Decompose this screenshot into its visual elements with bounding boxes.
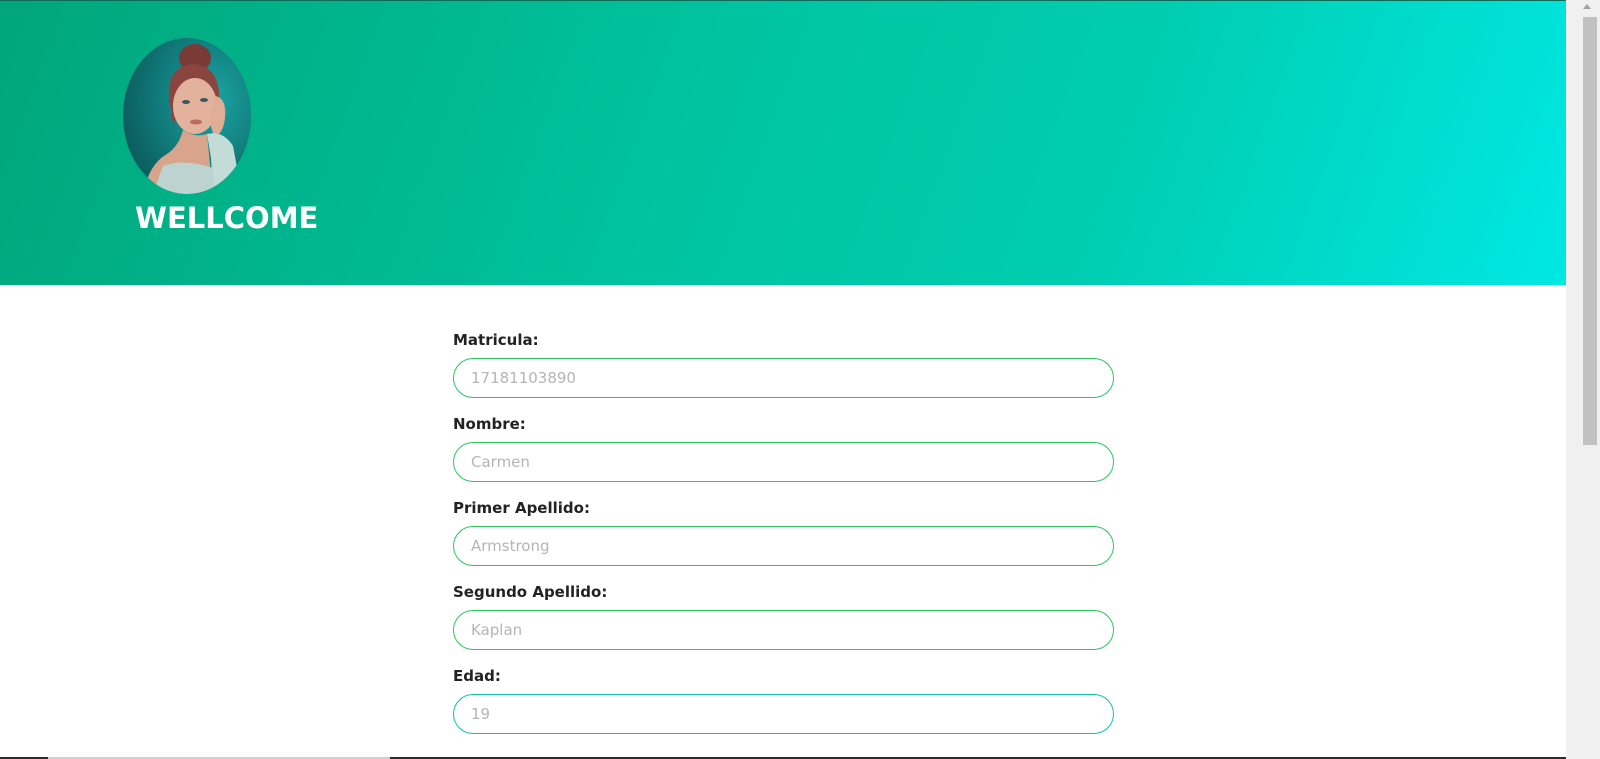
nombre-label: Nombre: bbox=[453, 415, 526, 433]
segundo-apellido-input[interactable] bbox=[453, 610, 1114, 650]
primer-apellido-input[interactable] bbox=[453, 526, 1114, 566]
student-form: Matricula: Nombre: Primer Apellido: Segu… bbox=[453, 330, 1114, 750]
nombre-input[interactable] bbox=[453, 442, 1114, 482]
header-banner: WELLCOME bbox=[0, 0, 1566, 285]
segundo-apellido-label: Segundo Apellido: bbox=[453, 583, 608, 601]
edad-label: Edad: bbox=[453, 667, 501, 685]
scroll-up-arrow-icon[interactable] bbox=[1583, 4, 1591, 9]
matricula-label: Matricula: bbox=[453, 331, 539, 349]
edad-input[interactable] bbox=[453, 694, 1114, 734]
page-viewport: WELLCOME Matricula: Nombre: Primer Apell… bbox=[0, 0, 1566, 759]
profile-avatar bbox=[123, 38, 251, 194]
field-edad: Edad: bbox=[453, 666, 1114, 734]
scrollbar-thumb[interactable] bbox=[1583, 17, 1597, 445]
welcome-title: WELLCOME bbox=[135, 201, 319, 235]
field-segundo-apellido: Segundo Apellido: bbox=[453, 582, 1114, 650]
matricula-input[interactable] bbox=[453, 358, 1114, 398]
field-nombre: Nombre: bbox=[453, 414, 1114, 482]
field-matricula: Matricula: bbox=[453, 330, 1114, 398]
primer-apellido-label: Primer Apellido: bbox=[453, 499, 590, 517]
field-primer-apellido: Primer Apellido: bbox=[453, 498, 1114, 566]
vertical-scrollbar[interactable] bbox=[1566, 0, 1600, 759]
